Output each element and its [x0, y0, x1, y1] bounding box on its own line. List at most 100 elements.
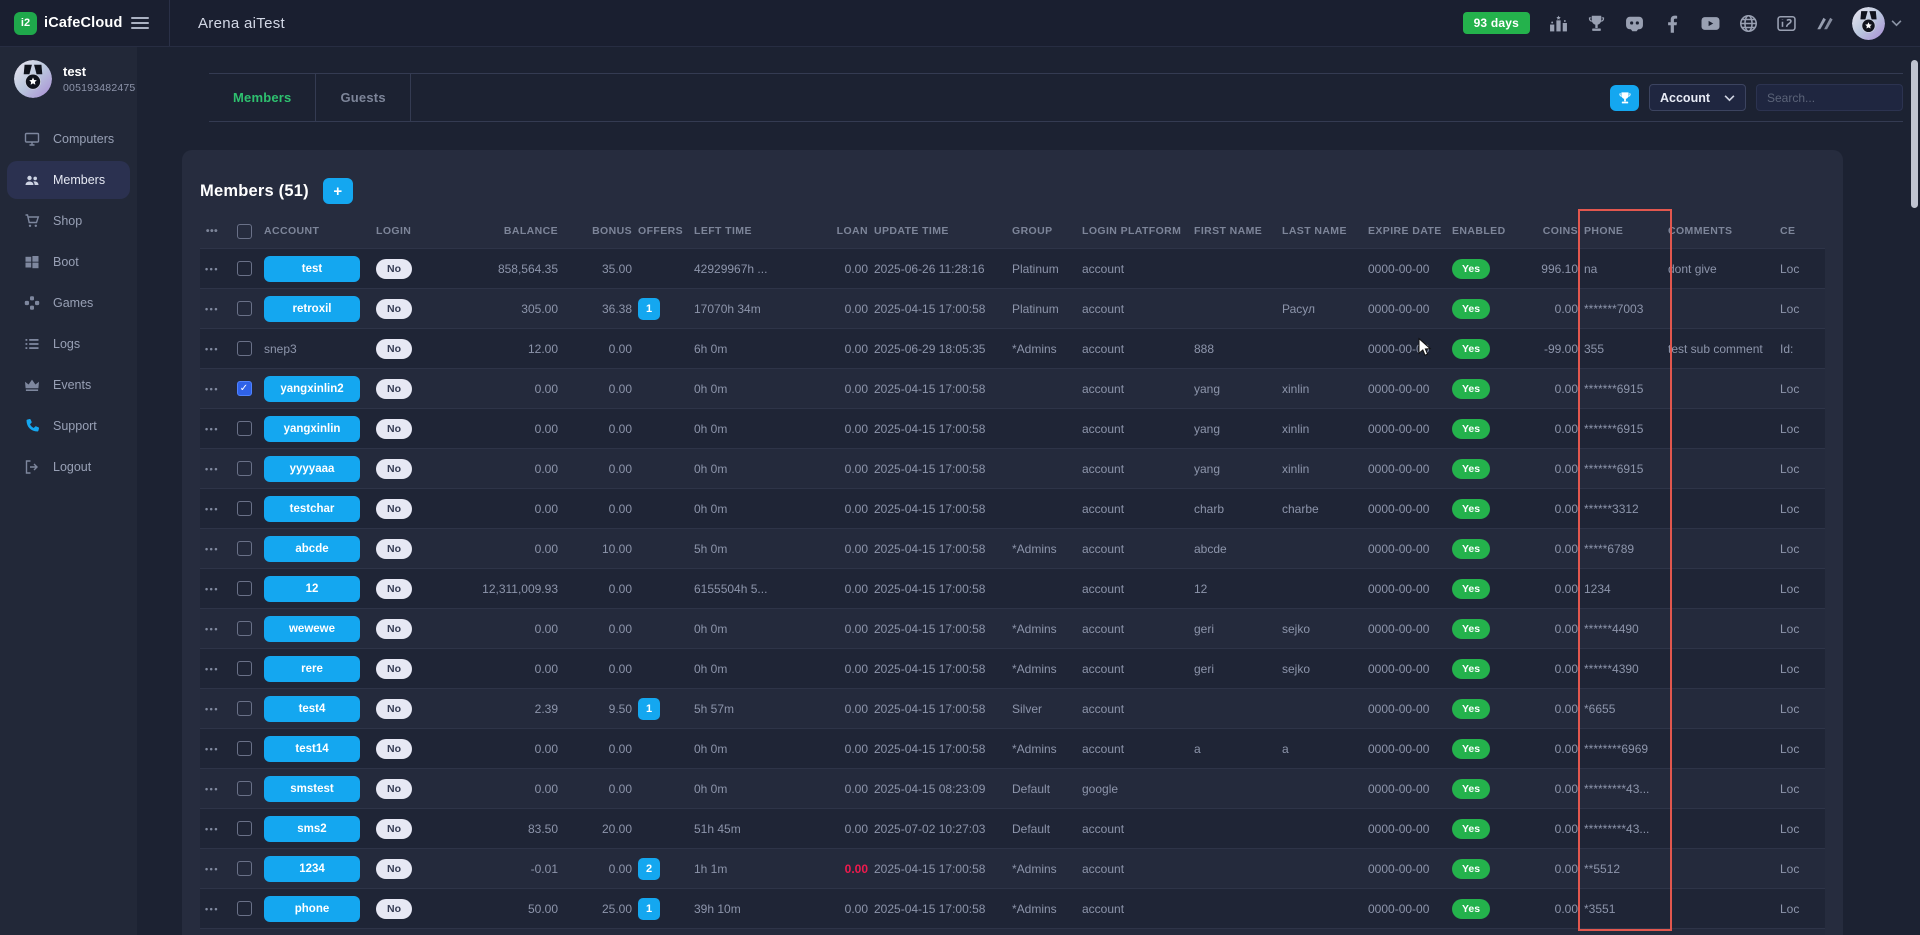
cell-enabled: Yes	[1452, 419, 1524, 439]
cell-account: abcde	[264, 536, 376, 562]
row-actions[interactable]: •••	[200, 904, 230, 914]
row-checkbox[interactable]	[237, 901, 252, 916]
row-checkbox[interactable]	[237, 741, 252, 756]
table-row: •••weweweNo0.000.000h 0m0.002025-04-15 1…	[200, 608, 1825, 648]
account-chip[interactable]: yangxinlin	[264, 416, 360, 442]
waves-icon[interactable]	[1814, 13, 1834, 33]
sidebar-item-logs[interactable]: Logs	[0, 325, 137, 363]
tab-members[interactable]: Members	[209, 74, 316, 121]
row-checkbox[interactable]	[237, 541, 252, 556]
license-days-badge[interactable]: 93 days	[1463, 12, 1530, 34]
ranking-icon[interactable]	[1548, 13, 1568, 33]
account-chip[interactable]: phone	[264, 896, 360, 922]
row-checkbox[interactable]	[237, 621, 252, 636]
account-chip[interactable]: test4	[264, 696, 360, 722]
hamburger-menu-icon[interactable]	[131, 17, 149, 29]
row-checkbox[interactable]	[237, 861, 252, 876]
account-chip[interactable]: retroxil	[264, 296, 360, 322]
row-checkbox[interactable]	[237, 661, 252, 676]
account-chip[interactable]: yangxinlin2	[264, 376, 360, 402]
row-actions[interactable]: •••	[200, 584, 230, 594]
search-field-dropdown[interactable]: Account	[1649, 84, 1746, 111]
cell-expire: 0000-00-00	[1368, 742, 1452, 756]
search-input[interactable]	[1756, 84, 1903, 111]
add-member-button[interactable]: +	[323, 178, 353, 204]
cell-left-time: 17070h 34m	[694, 302, 812, 316]
header-row-actions[interactable]: •••	[200, 225, 230, 237]
row-actions[interactable]: •••	[200, 504, 230, 514]
cell-cb	[230, 421, 264, 436]
user-avatar[interactable]	[1852, 7, 1885, 40]
account-chip[interactable]: abcde	[264, 536, 360, 562]
row-checkbox[interactable]	[237, 701, 252, 716]
account-chip[interactable]: test	[264, 256, 360, 282]
offers-badge[interactable]: 1	[638, 698, 660, 720]
row-checkbox[interactable]	[237, 421, 252, 436]
header-checkbox[interactable]	[237, 224, 252, 239]
row-actions[interactable]: •••	[200, 824, 230, 834]
account-chip[interactable]: test14	[264, 736, 360, 762]
trophy-icon[interactable]	[1586, 13, 1606, 33]
vertical-scrollbar-thumb[interactable]	[1911, 60, 1918, 208]
row-checkbox[interactable]	[237, 821, 252, 836]
row-actions[interactable]: •••	[200, 264, 230, 274]
account-chip[interactable]: 1234	[264, 856, 360, 882]
sidebar-item-shop[interactable]: Shop	[0, 202, 137, 240]
row-checkbox[interactable]	[237, 341, 252, 356]
row-checkbox[interactable]	[237, 501, 252, 516]
row-actions[interactable]: •••	[200, 864, 230, 874]
cell-ce: Loc	[1780, 582, 1825, 596]
row-checkbox[interactable]: ✓	[237, 381, 252, 396]
sidebar-item-events[interactable]: Events	[0, 366, 137, 404]
cell-login: No	[376, 859, 446, 879]
facebook-icon[interactable]	[1662, 13, 1682, 33]
sidebar-item-members[interactable]: Members	[7, 161, 130, 199]
row-actions[interactable]: •••	[200, 304, 230, 314]
row-checkbox[interactable]	[237, 461, 252, 476]
row-actions[interactable]: •••	[200, 784, 230, 794]
row-actions[interactable]: •••	[200, 344, 230, 354]
row-actions[interactable]: •••	[200, 664, 230, 674]
sidebar-item-games[interactable]: Games	[0, 284, 137, 322]
row-checkbox[interactable]	[237, 581, 252, 596]
account-chip[interactable]: wewewe	[264, 616, 360, 642]
offers-badge[interactable]: 1	[638, 898, 660, 920]
discord-icon[interactable]	[1624, 13, 1644, 33]
account-chip[interactable]: smstest	[264, 776, 360, 802]
row-actions[interactable]: •••	[200, 624, 230, 634]
sidebar-profile[interactable]: test 005193482475	[0, 47, 137, 108]
account-chip[interactable]: yyyyaaa	[264, 456, 360, 482]
filter-button[interactable]	[1610, 85, 1639, 111]
account-chip[interactable]: testchar	[264, 496, 360, 522]
icafe-icon[interactable]	[1776, 13, 1796, 33]
sidebar-item-boot[interactable]: Boot	[0, 243, 137, 281]
cell-expire: 0000-00-00	[1368, 782, 1452, 796]
account-chip[interactable]: sms2	[264, 816, 360, 842]
row-checkbox[interactable]	[237, 301, 252, 316]
account-chip[interactable]: 12	[264, 576, 360, 602]
account-chip[interactable]: rere	[264, 656, 360, 682]
login-status-pill: No	[376, 419, 412, 439]
row-actions[interactable]: •••	[200, 704, 230, 714]
sidebar-item-computers[interactable]: Computers	[0, 120, 137, 158]
row-checkbox[interactable]	[237, 261, 252, 276]
offers-badge[interactable]: 1	[638, 298, 660, 320]
row-actions[interactable]: •••	[200, 384, 230, 394]
row-checkbox[interactable]	[237, 781, 252, 796]
cell-coins: 0.00	[1524, 462, 1584, 476]
cell-group: *Admins	[1012, 622, 1082, 636]
row-actions[interactable]: •••	[200, 544, 230, 554]
offers-badge[interactable]: 2	[638, 858, 660, 880]
sidebar-item-logout[interactable]: Logout	[0, 448, 137, 486]
row-actions[interactable]: •••	[200, 424, 230, 434]
row-actions[interactable]: •••	[200, 744, 230, 754]
row-actions[interactable]: •••	[200, 464, 230, 474]
tab-guests[interactable]: Guests	[316, 74, 410, 121]
sidebar-item-support[interactable]: Support	[0, 407, 137, 445]
chevron-down-icon[interactable]	[1891, 19, 1902, 27]
youtube-icon[interactable]	[1700, 13, 1720, 33]
select-all-checkbox[interactable]	[230, 224, 264, 239]
cell-bonus: 0.00	[564, 382, 638, 396]
cell-loan: 0.00	[812, 462, 874, 476]
globe-icon[interactable]	[1738, 13, 1758, 33]
